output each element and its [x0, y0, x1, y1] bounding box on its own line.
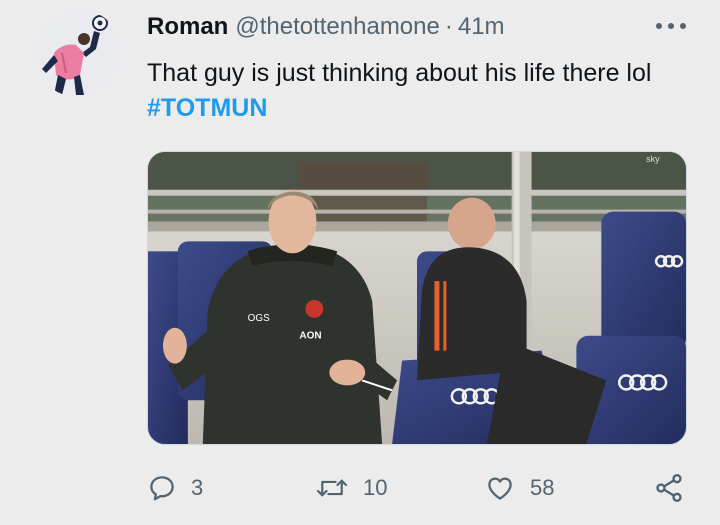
more-dot	[668, 23, 674, 29]
user-handle[interactable]: @thetottenhamone	[235, 12, 440, 42]
tweet-header: Roman @thetottenhamone · 41m	[147, 12, 505, 42]
share-button[interactable]	[653, 470, 685, 506]
heart-icon	[488, 477, 512, 500]
timestamp[interactable]: 41m	[458, 12, 505, 42]
avatar-image	[34, 9, 122, 97]
tweet-text: That guy is just thinking about his life…	[147, 56, 707, 126]
reply-count: 3	[191, 475, 204, 500]
avatar[interactable]	[34, 9, 122, 97]
reply-button[interactable]: 3	[147, 470, 203, 506]
more-options-icon[interactable]	[656, 20, 686, 32]
tweet-actions: 3 10 58	[147, 470, 692, 506]
more-dot	[680, 23, 686, 29]
retweet-arrows-icon	[316, 479, 348, 497]
like-count: 58	[530, 475, 555, 500]
broadcaster-logo: sky	[646, 154, 660, 164]
jacket-badge-text: OGS	[248, 313, 270, 324]
display-name[interactable]: Roman	[147, 12, 228, 42]
like-button[interactable]: 58	[484, 470, 554, 506]
retweet-button[interactable]: 10	[315, 470, 387, 506]
separator-dot: ·	[444, 13, 453, 40]
tweet-media-photo[interactable]: OGS AON sky	[147, 151, 687, 445]
more-dot	[656, 23, 662, 29]
dugout-photo: OGS AON sky	[148, 152, 686, 444]
speech-bubble-icon	[150, 476, 174, 501]
sponsor-text: AON	[299, 331, 321, 342]
hashtag-link[interactable]: #TOTMUN	[147, 94, 267, 122]
retweet-count: 10	[363, 475, 388, 500]
tweet-card[interactable]: Roman @thetottenhamone · 41m That guy is…	[0, 0, 720, 525]
share-nodes-icon	[656, 474, 682, 502]
tweet-text-body: That guy is just thinking about his life…	[147, 59, 652, 87]
